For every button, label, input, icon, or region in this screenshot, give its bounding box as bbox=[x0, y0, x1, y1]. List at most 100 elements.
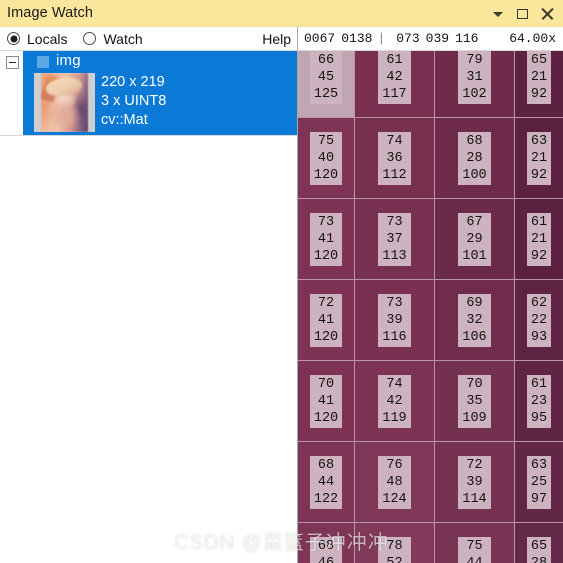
pixel-cell[interactable]: 79 31 102 bbox=[435, 51, 515, 118]
pixel-cell-values: 73 39 116 bbox=[378, 293, 411, 347]
pixel-grid-row: 68 46 123 78 52 127 75 44 118 65 28 99 bbox=[298, 523, 563, 563]
pixel-cell[interactable]: 78 52 127 bbox=[355, 523, 435, 563]
pixel-cell[interactable]: 68 28 100 bbox=[435, 118, 515, 199]
dropdown-icon[interactable] bbox=[493, 7, 506, 20]
tree-item-name: img bbox=[56, 52, 81, 69]
pixel-grid-row: 70 41 120 74 42 119 70 35 109 61 23 95 bbox=[298, 361, 563, 442]
toolbar: Locals Watch Help bbox=[0, 27, 297, 51]
pixel-cell-values: 73 41 120 bbox=[309, 212, 343, 266]
radio-locals[interactable]: Locals bbox=[7, 31, 67, 47]
thumbnail-image bbox=[41, 73, 88, 132]
pixel-cell[interactable]: 76 48 124 bbox=[355, 442, 435, 523]
thumbnail-preview[interactable] bbox=[34, 73, 95, 132]
pixel-grid-row: 73 41 120 73 37 113 67 29 101 61 21 92 bbox=[298, 199, 563, 280]
pixel-cell-values: 75 40 120 bbox=[309, 131, 343, 185]
pixel-cell[interactable]: 70 41 120 bbox=[298, 361, 355, 442]
pixel-cell[interactable]: 67 29 101 bbox=[435, 199, 515, 280]
pixel-cell[interactable]: 61 21 92 bbox=[515, 199, 563, 280]
pixel-cell[interactable]: 73 37 113 bbox=[355, 199, 435, 280]
pixel-cell-values: 74 36 112 bbox=[378, 131, 411, 185]
status-pixel-b: 116 bbox=[455, 31, 479, 46]
pixel-cell-values: 69 32 106 bbox=[458, 293, 491, 347]
pixel-cell-values: 70 41 120 bbox=[309, 374, 343, 428]
pixel-cell-values: 62 22 93 bbox=[526, 293, 552, 347]
pixel-cell[interactable]: 75 40 120 bbox=[298, 118, 355, 199]
pixel-grid-row: 72 41 120 73 39 116 69 32 106 62 22 93 bbox=[298, 280, 563, 361]
pixel-cell-values: 79 31 102 bbox=[458, 51, 491, 104]
pixel-cell[interactable]: 61 23 95 bbox=[515, 361, 563, 442]
status-separator: | bbox=[377, 31, 386, 46]
help-link[interactable]: Help bbox=[262, 31, 291, 47]
tree-item-class: cv::Mat bbox=[101, 112, 148, 128]
pixel-cell-values: 74 42 119 bbox=[378, 374, 411, 428]
tree-item-metadata: 220 x 219 3 x UINT8 cv::Mat bbox=[101, 73, 166, 130]
pixel-cell[interactable]: 68 44 122 bbox=[298, 442, 355, 523]
tree-item-img[interactable]: img 220 x 219 3 x UINT8 cv::Mat bbox=[23, 51, 297, 135]
matrix-swatch-icon bbox=[37, 56, 49, 68]
pixel-cell-values: 68 46 123 bbox=[309, 536, 343, 563]
pixel-cell[interactable]: 73 39 116 bbox=[355, 280, 435, 361]
pixel-cell-values: 67 29 101 bbox=[458, 212, 491, 266]
locals-tree-panel[interactable]: img 220 x 219 3 x UINT8 cv::Mat bbox=[0, 51, 297, 563]
pixel-grid-row: 75 40 120 74 36 112 68 28 100 63 21 92 bbox=[298, 118, 563, 199]
window-title: Image Watch bbox=[7, 5, 93, 21]
tree-item-type: 3 x UINT8 bbox=[101, 93, 167, 109]
pixel-grid-row: 68 44 122 76 48 124 72 39 114 63 25 97 bbox=[298, 442, 563, 523]
pixel-cell[interactable]: 65 28 99 bbox=[515, 523, 563, 563]
pixel-cell[interactable]: 74 42 119 bbox=[355, 361, 435, 442]
status-pixel-r: 073 bbox=[396, 31, 420, 46]
radio-locals-indicator[interactable] bbox=[7, 32, 20, 45]
pixel-grid-row: 66 45 125 61 42 117 79 31 102 65 21 92 bbox=[298, 51, 563, 118]
status-coord-y: 0138 bbox=[341, 31, 373, 46]
radio-locals-label: Locals bbox=[27, 30, 68, 47]
pixel-cell-values: 70 35 109 bbox=[458, 374, 491, 428]
pixel-cell-values: 72 41 120 bbox=[309, 293, 343, 347]
close-icon[interactable] bbox=[541, 7, 554, 20]
tree-divider bbox=[0, 135, 297, 136]
pixel-cell-values: 61 42 117 bbox=[378, 51, 411, 104]
radio-watch[interactable]: Watch bbox=[83, 30, 143, 47]
pixel-cell-values: 63 21 92 bbox=[526, 131, 552, 185]
pixel-cell-values: 61 23 95 bbox=[526, 374, 552, 428]
pixel-cell[interactable]: 75 44 118 bbox=[435, 523, 515, 563]
radio-watch-label: Watch bbox=[103, 30, 143, 47]
pixel-cell[interactable]: 72 39 114 bbox=[435, 442, 515, 523]
pixel-cell-values: 72 39 114 bbox=[458, 455, 491, 509]
image-watch-window: Image Watch Locals Watch Help 0067 0138 … bbox=[0, 0, 563, 563]
status-zoom-level: 64.00x bbox=[509, 31, 556, 46]
pixel-cell-values: 76 48 124 bbox=[378, 455, 411, 509]
window-controls bbox=[493, 7, 563, 20]
pixel-cell[interactable]: 66 45 125 bbox=[298, 51, 355, 118]
tree-item-dimensions: 220 x 219 bbox=[101, 74, 165, 90]
pixel-cell[interactable]: 68 46 123 bbox=[298, 523, 355, 563]
pixel-cell[interactable]: 62 22 93 bbox=[515, 280, 563, 361]
collapse-expander-icon[interactable] bbox=[6, 56, 19, 69]
pixel-cell-values: 68 44 122 bbox=[309, 455, 343, 509]
radio-watch-indicator[interactable] bbox=[83, 32, 97, 45]
pixel-cell-values: 73 37 113 bbox=[378, 212, 411, 266]
pixel-cell-values: 63 25 97 bbox=[526, 455, 552, 509]
maximize-icon[interactable] bbox=[517, 7, 530, 20]
pixel-cell[interactable]: 69 32 106 bbox=[435, 280, 515, 361]
pixel-cell-values: 68 28 100 bbox=[458, 131, 491, 185]
pixel-cell[interactable]: 72 41 120 bbox=[298, 280, 355, 361]
tree-row[interactable]: img 220 x 219 3 x UINT8 cv::Mat bbox=[0, 51, 297, 135]
pixel-cell[interactable]: 63 21 92 bbox=[515, 118, 563, 199]
pixel-cell[interactable]: 74 36 112 bbox=[355, 118, 435, 199]
pixel-cell-values: 61 21 92 bbox=[526, 212, 552, 266]
pixel-grid-panel[interactable]: 66 45 125 61 42 117 79 31 102 65 21 92 75 40… bbox=[297, 51, 563, 563]
pixel-cell[interactable]: 63 25 97 bbox=[515, 442, 563, 523]
pixel-cell[interactable]: 73 41 120 bbox=[298, 199, 355, 280]
status-bar: 0067 0138 | 073 039 116 64.00x bbox=[297, 27, 563, 51]
title-bar: Image Watch bbox=[0, 0, 563, 27]
pixel-cell-values: 66 45 125 bbox=[309, 51, 343, 104]
pixel-grid[interactable]: 66 45 125 61 42 117 79 31 102 65 21 92 75 40… bbox=[298, 51, 563, 563]
status-coord-x: 0067 bbox=[304, 31, 336, 46]
pixel-cell[interactable]: 70 35 109 bbox=[435, 361, 515, 442]
pixel-cell[interactable]: 65 21 92 bbox=[515, 51, 563, 118]
pixel-cell-values: 65 28 99 bbox=[526, 536, 552, 563]
status-pixel-g: 039 bbox=[425, 31, 450, 46]
pixel-cell[interactable]: 61 42 117 bbox=[355, 51, 435, 118]
pixel-cell-values: 78 52 127 bbox=[378, 536, 411, 563]
pixel-cell-values: 75 44 118 bbox=[458, 536, 491, 563]
